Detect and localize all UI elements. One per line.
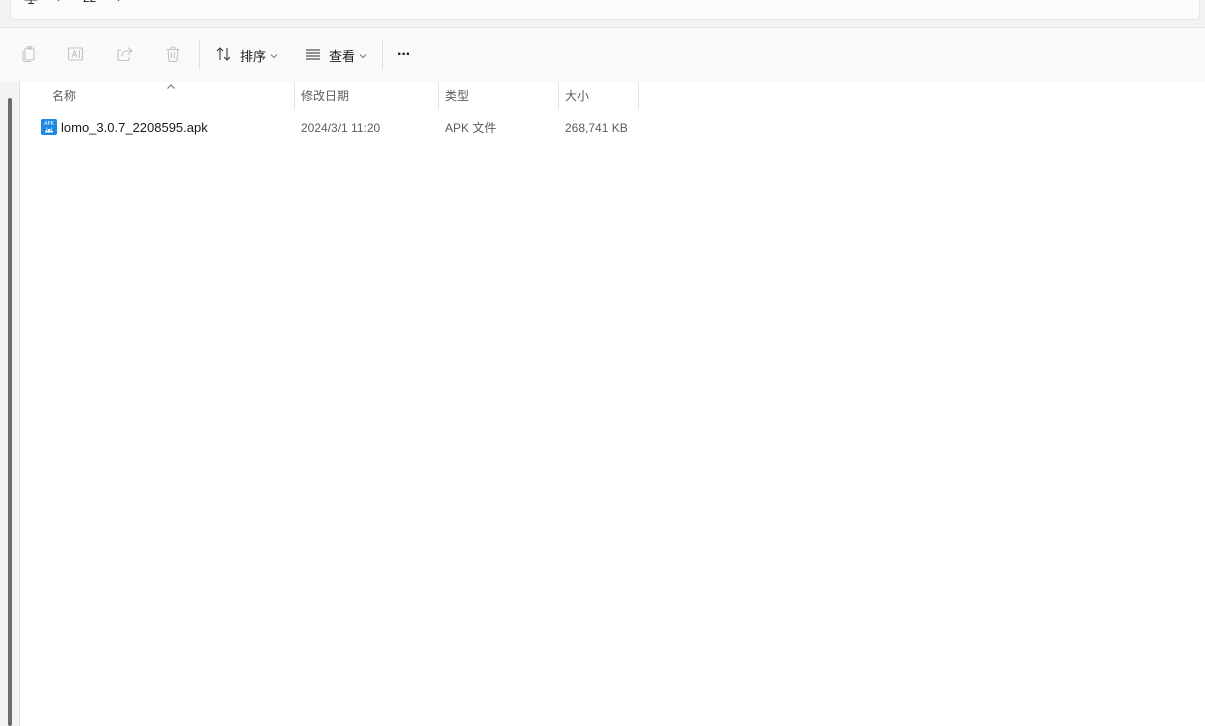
column-divider[interactable] <box>558 82 559 110</box>
file-size: 268,741 KB <box>565 121 628 135</box>
more-icon: ··· <box>397 46 411 63</box>
rename-button[interactable] <box>67 40 85 70</box>
column-header-modified[interactable]: 修改日期 <box>301 82 349 110</box>
pane-divider[interactable] <box>19 82 20 726</box>
file-modified-date: 2024/3/1 11:20 <box>301 121 381 135</box>
command-bar: 排序 查看 ··· <box>0 27 1205 83</box>
file-list-pane: 名称 修改日期 类型 大小 APK lomo_3.0.7_2208595.apk… <box>0 82 1205 726</box>
navigation-pane-edge <box>0 82 20 726</box>
breadcrumb-separator[interactable]: › <box>57 0 61 6</box>
delete-button[interactable] <box>164 40 182 70</box>
chevron-down-icon <box>270 48 278 62</box>
apk-icon-text: APK <box>44 121 54 127</box>
rename-icon <box>67 45 85 66</box>
toolbar-divider <box>199 40 200 70</box>
view-button[interactable]: 查看 <box>304 40 367 70</box>
chevron-down-icon <box>359 48 367 62</box>
toolbar-divider <box>382 40 383 70</box>
view-list-icon <box>304 45 322 66</box>
more-options-button[interactable]: ··· <box>397 40 411 70</box>
sort-ascending-icon <box>166 80 176 94</box>
column-header-name[interactable]: 名称 <box>52 82 76 110</box>
column-divider[interactable] <box>638 82 639 110</box>
view-label: 查看 <box>329 48 356 64</box>
file-name[interactable]: lomo_3.0.7_2208595.apk <box>61 116 208 140</box>
copy-icon <box>20 45 38 66</box>
breadcrumb-separator[interactable]: › <box>117 0 121 6</box>
breadcrumb-folder-22[interactable]: 22 <box>83 0 96 6</box>
column-divider[interactable] <box>438 82 439 110</box>
apk-file-icon: APK <box>41 119 57 135</box>
address-bar: › 22 › <box>0 0 1205 26</box>
sort-label: 排序 <box>240 48 267 64</box>
column-header-size[interactable]: 大小 <box>565 82 589 110</box>
file-type: APK 文件 <box>445 121 497 135</box>
column-header-type[interactable]: 类型 <box>445 82 469 110</box>
breadcrumb[interactable]: › 22 › <box>10 0 1200 20</box>
computer-icon[interactable] <box>23 0 39 6</box>
file-row[interactable]: APK lomo_3.0.7_2208595.apk 2024/3/1 11:2… <box>36 116 636 140</box>
column-divider[interactable] <box>294 82 295 110</box>
copy-button[interactable] <box>20 40 38 70</box>
sort-button[interactable]: 排序 <box>215 40 278 70</box>
share-button[interactable] <box>116 40 134 70</box>
share-icon <box>116 45 134 66</box>
sort-icon <box>215 45 233 66</box>
trash-icon <box>164 45 182 66</box>
scrollbar-thumb[interactable] <box>8 98 12 726</box>
